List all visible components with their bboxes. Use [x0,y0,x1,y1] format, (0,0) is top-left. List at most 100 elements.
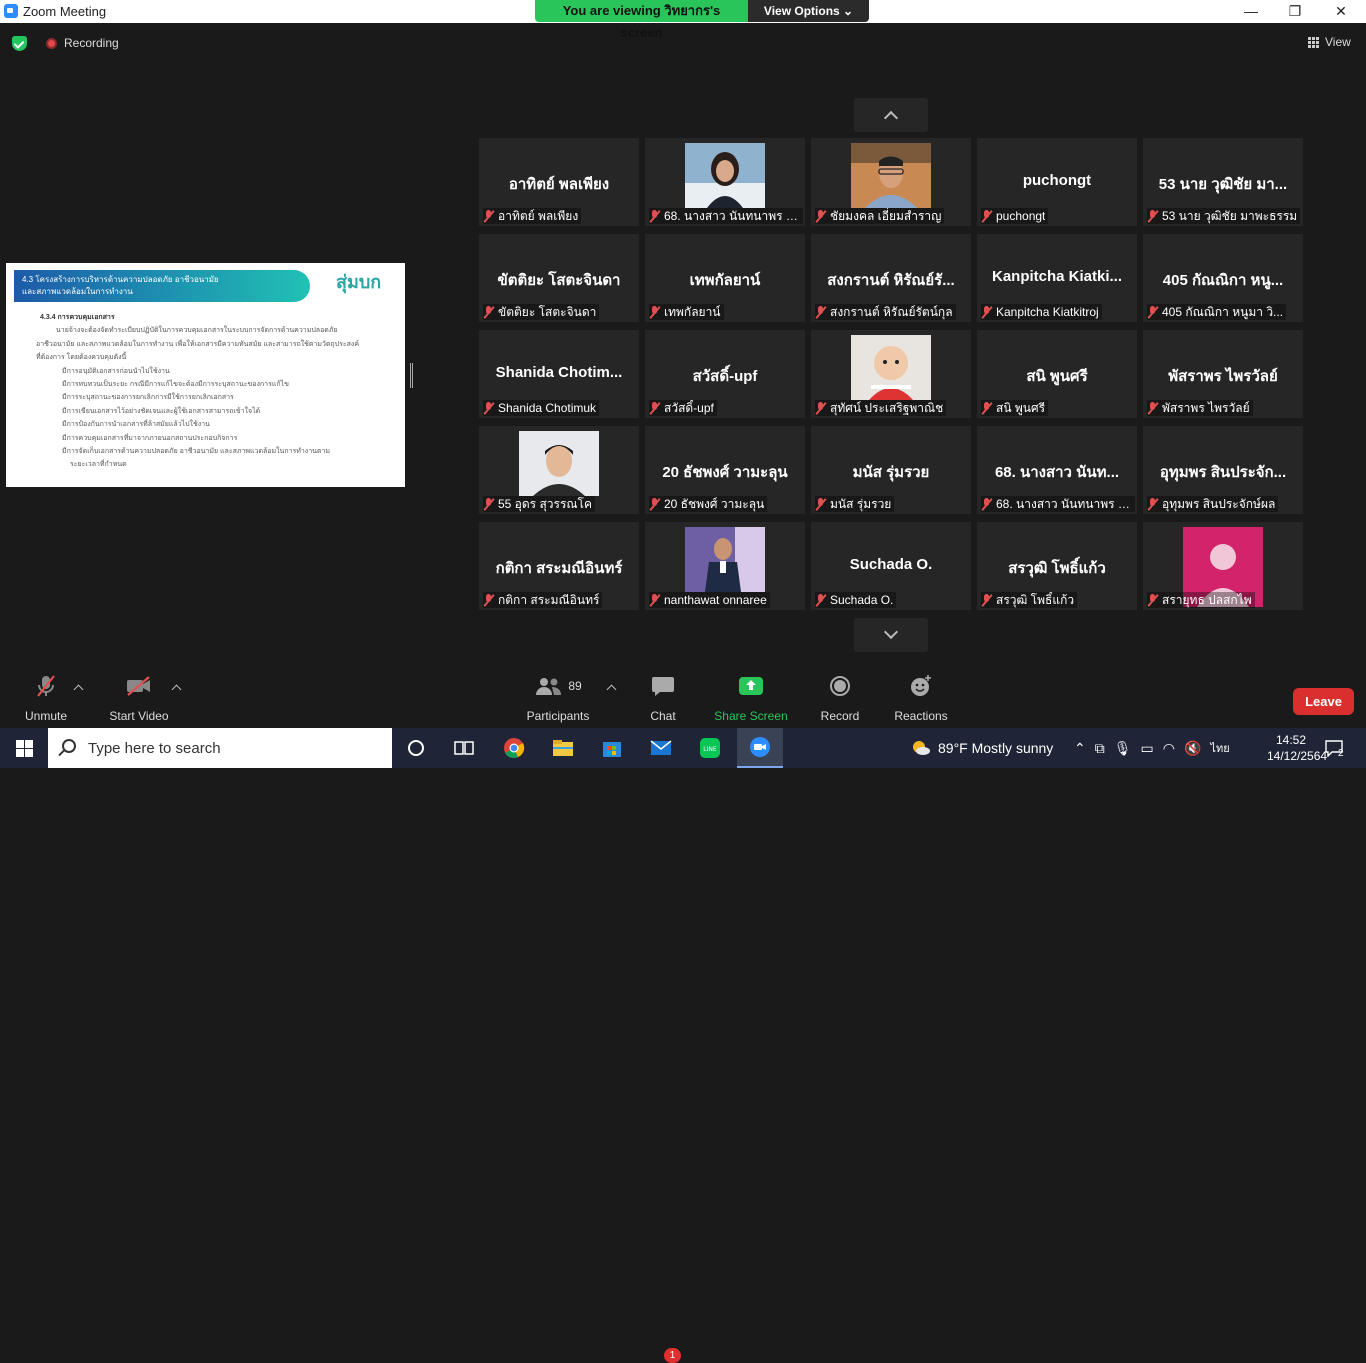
slide-bullet: มีการป้องกันการนำเอกสารที่ล้าสมัยแล้วไปใ… [62,421,210,429]
participant-tile[interactable]: สรวุฒิ โพธิ์แก้ว สรวุฒิ โพธิ์แก้ว [977,522,1137,610]
participants-options-caret-icon[interactable] [606,684,617,695]
audio-options-caret-icon[interactable] [73,684,84,695]
panel-splitter-handle[interactable] [410,363,413,388]
reactions-icon [892,672,950,700]
participant-name-text: อาทิตย์ พลเพียง [498,208,579,223]
notification-center-button[interactable]: 2 [1324,728,1344,768]
input-language-indicator[interactable]: ไทย [1210,739,1229,757]
muted-mic-icon [1147,401,1158,415]
participant-name-label: 20 ธัชพงศ์ วามะลุน [649,496,768,512]
weather-text: 89°F Mostly sunny [938,740,1054,756]
participant-name-text: 405 กัณณิกา หนูมา วิ... [1162,304,1284,319]
microphone-icon[interactable]: 🎙 [1114,740,1132,757]
grid-view-icon [1308,36,1319,48]
shared-screen[interactable]: 4.3 โครงสร้างการบริหารด้านความปลอดภัย อา… [6,263,405,487]
volume-muted-icon[interactable]: 🔇 [1184,740,1201,757]
unmute-button[interactable]: Unmute [18,672,74,723]
muted-mic-icon [1147,305,1158,319]
participant-name-text: 53 นาย วุฒิชัย มาพะธรรม [1162,208,1298,223]
participant-tile[interactable]: เทพกัลยาน์ เทพกัลยาน์ [645,234,805,322]
task-view-icon[interactable] [442,732,486,764]
start-button[interactable] [0,728,48,768]
participant-name-label: 68. นางสาว นันทนาพร ว... [981,496,1135,512]
participant-tile[interactable]: 20 ธัชพงศ์ วามะลุน 20 ธัชพงศ์ วามะลุน [645,426,805,514]
participant-name-label: กติกา สระมณีอินทร์ [483,592,603,608]
clock-date: 14/12/2564 [1267,749,1328,763]
participant-name-text: เทพกัลยาน์ [664,304,721,319]
participant-tile[interactable]: อุทุมพร สินประจัก... อุทุมพร สินประจักษ์ผ… [1143,426,1303,514]
participant-tile[interactable]: มนัส รุ่มรวย มนัส รุ่มรวย [811,426,971,514]
restore-button[interactable]: ❐ [1272,0,1318,23]
battery-icon[interactable]: ▭ [1141,740,1154,757]
participant-name-text: Shanida Chotimuk [498,401,597,415]
gallery-next-page-button[interactable] [854,618,928,652]
cortana-icon[interactable] [394,732,438,764]
participant-display-name: สวัสดิ์-upf [692,368,758,385]
participant-name-text: พัสราพร ไพรวัลย์ [1162,400,1250,415]
leave-button[interactable]: Leave [1293,688,1354,715]
participant-tile[interactable]: สงกรานต์ หิรัณย์รั... สงกรานต์ หิรัณย์รัต… [811,234,971,322]
line-app-icon[interactable]: LINE [688,732,732,764]
participant-name-label: สรวุฒิ โพธิ์แก้ว [981,592,1078,608]
zoom-taskbar-icon[interactable] [737,728,783,768]
participant-tile[interactable]: 68. นางสาว นันท... 68. นางสาว นันทนาพร ว.… [977,426,1137,514]
participant-name-label: สงกรานต์ หิรัณย์รัตน์กุล [815,304,956,320]
start-video-button[interactable]: Start Video [104,672,174,723]
share-screen-button[interactable]: Share Screen [714,672,788,723]
close-button[interactable]: ✕ [1318,0,1364,23]
gallery-prev-page-button[interactable] [854,98,928,132]
participant-tile[interactable]: อาทิตย์ พลเพียง อาทิตย์ พลเพียง [479,138,639,226]
slide-bullet: มีการควบคุมเอกสารที่มาจากภายนอกสถานประกอ… [62,434,238,442]
view-options-button[interactable]: View Options ⌄ [748,0,869,22]
participant-name-text: มนัส รุ่มรวย [830,496,892,511]
participant-tile[interactable]: สรายุทธ ปลสกไพ [1143,522,1303,610]
slide-bullet: มีการทบทวนเป็นระยะ กรณีมีการแก้ไขจะต้องม… [62,381,289,389]
record-icon [818,672,862,700]
chat-button[interactable]: Chat [643,672,683,723]
participant-tile[interactable]: กติกา สระมณีอินทร์ กติกา สระมณีอินทร์ [479,522,639,610]
microsoft-store-icon[interactable] [590,732,634,764]
usb-device-icon[interactable]: ⧉ [1095,740,1105,757]
slide-paragraph: นายจ้างจะต้องจัดทำระเบียบปฏิบัติในการควบ… [56,327,338,335]
participant-display-name: Shanida Chotim... [495,364,623,381]
participant-tile[interactable]: nanthawat onnaree [645,522,805,610]
participant-tile[interactable]: สวัสดิ์-upf สวัสดิ์-upf [645,330,805,418]
wifi-icon[interactable]: ◠ [1163,740,1175,757]
taskbar-search-box[interactable]: Type here to search [48,728,392,768]
muted-mic-icon [1147,497,1158,511]
chrome-icon[interactable] [492,732,536,764]
reactions-button[interactable]: Reactions [892,672,950,723]
participant-tile[interactable]: Kanpitcha Kiatki... Kanpitcha Kiatkitroj [977,234,1137,322]
minimize-button[interactable]: — [1228,0,1274,23]
weather-widget[interactable]: 89°F Mostly sunny [910,728,1053,768]
file-explorer-icon[interactable] [541,732,585,764]
participant-tile[interactable]: 55 อุดร สุวรรณโค [479,426,639,514]
recording-icon [46,38,57,49]
participant-tile[interactable]: 405 กัณณิกา หนู... 405 กัณณิกา หนูมา วิ..… [1143,234,1303,322]
taskbar-clock[interactable]: 14:52 14/12/2564 [1267,732,1328,764]
participant-tile[interactable]: 68. นางสาว นันทนาพร ว... [645,138,805,226]
participant-tile[interactable]: puchongt puchongt [977,138,1137,226]
sun-cloud-icon [913,741,930,755]
participant-tile[interactable]: 53 นาย วุฒิชัย มา... 53 นาย วุฒิชัย มาพะธ… [1143,138,1303,226]
encryption-shield-icon[interactable] [12,36,27,51]
participant-display-name: 405 กัณณิกา หนู... [1162,272,1284,289]
recording-label[interactable]: Recording [64,36,119,50]
slide-bullet: มีการเขียนเอกสารไว้อย่างชัดเจนและผู้ใช้เ… [62,407,261,415]
mail-icon[interactable] [639,732,683,764]
participant-name-text: สนิ พูนศรี [996,400,1046,415]
participant-tile[interactable]: ขัตติยะ โสตะจินดา ขัตติยะ โสตะจินดา [479,234,639,322]
participants-button[interactable]: 89 Participants [524,672,592,723]
participant-tile[interactable]: Shanida Chotim... Shanida Chotimuk [479,330,639,418]
muted-mic-icon [815,593,826,607]
participant-name-label: พัสราพร ไพรวัลย์ [1147,400,1253,416]
record-button[interactable]: Record [818,672,862,723]
view-button[interactable]: View [1308,35,1351,49]
participant-tile[interactable]: ชัยมงคล เอี่ยมสำราญ [811,138,971,226]
tray-overflow-chevron-icon[interactable]: ⌃ [1074,740,1086,757]
participant-tile[interactable]: สนิ พูนศรี สนิ พูนศรี [977,330,1137,418]
slide-bullet-continued: ระยะเวลาที่กำหนด [70,461,127,469]
participant-tile[interactable]: สุทัศน์ ประเสริฐพาณิช [811,330,971,418]
participant-tile[interactable]: Suchada O. Suchada O. [811,522,971,610]
participant-tile[interactable]: พัสราพร ไพรวัลย์ พัสราพร ไพรวัลย์ [1143,330,1303,418]
